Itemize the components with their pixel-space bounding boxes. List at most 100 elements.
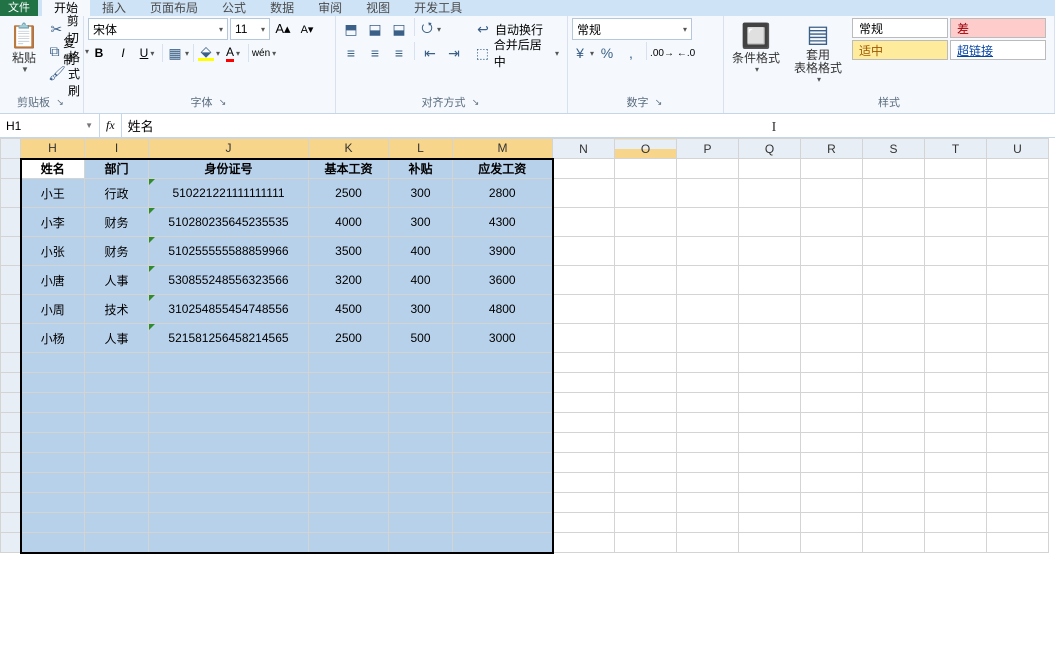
number-format-combo[interactable]: 常规 ▾	[572, 18, 692, 40]
cell[interactable]	[739, 433, 801, 453]
cell[interactable]: 510280235645235535	[149, 208, 309, 237]
cell[interactable]	[309, 473, 389, 493]
italic-button[interactable]: I	[112, 42, 134, 64]
cell[interactable]	[677, 266, 739, 295]
cell[interactable]	[801, 433, 863, 453]
cell[interactable]	[925, 513, 987, 533]
cell[interactable]	[925, 433, 987, 453]
cell[interactable]	[987, 493, 1049, 513]
cell[interactable]	[553, 393, 615, 413]
accounting-format-button[interactable]: ¥▾	[572, 42, 594, 64]
row-header[interactable]	[1, 453, 21, 473]
cell[interactable]: 小李	[21, 208, 85, 237]
cell[interactable]	[553, 179, 615, 208]
cell[interactable]	[801, 208, 863, 237]
cell[interactable]	[453, 413, 553, 433]
fx-icon[interactable]: fx	[106, 118, 115, 133]
cell[interactable]	[677, 493, 739, 513]
row-header[interactable]	[1, 493, 21, 513]
cell[interactable]	[739, 237, 801, 266]
cell[interactable]	[739, 473, 801, 493]
cell[interactable]	[987, 373, 1049, 393]
cell[interactable]	[615, 266, 677, 295]
cell[interactable]: 500	[389, 324, 453, 353]
cell[interactable]	[801, 179, 863, 208]
align-middle-button[interactable]: ⬓	[364, 18, 386, 40]
cell[interactable]	[739, 493, 801, 513]
cell[interactable]	[863, 433, 925, 453]
cell[interactable]: 小杨	[21, 324, 85, 353]
row-header[interactable]	[1, 353, 21, 373]
cell[interactable]	[149, 533, 309, 553]
cell[interactable]: 4000	[309, 208, 389, 237]
cell[interactable]	[553, 453, 615, 473]
cell[interactable]	[801, 237, 863, 266]
align-bottom-button[interactable]: ⬓	[388, 18, 410, 40]
decrease-decimal-button[interactable]: ←.0	[675, 42, 697, 64]
cell[interactable]	[801, 159, 863, 179]
cell[interactable]	[453, 473, 553, 493]
row-header[interactable]	[1, 208, 21, 237]
cell[interactable]	[739, 533, 801, 553]
font-color-button[interactable]: A▾	[222, 42, 244, 64]
cell[interactable]	[389, 433, 453, 453]
cell[interactable]	[389, 493, 453, 513]
cell[interactable]	[677, 237, 739, 266]
col-header[interactable]: Q	[739, 139, 801, 159]
cell[interactable]	[615, 413, 677, 433]
cell[interactable]	[987, 473, 1049, 493]
tab-page-layout[interactable]: 页面布局	[138, 0, 210, 16]
cell[interactable]	[863, 179, 925, 208]
cell[interactable]	[987, 453, 1049, 473]
alignment-dialog-launcher[interactable]: ↘	[470, 96, 482, 108]
cell[interactable]	[801, 453, 863, 473]
cell[interactable]	[309, 413, 389, 433]
cell[interactable]	[309, 513, 389, 533]
col-header[interactable]: N	[553, 139, 615, 159]
cell[interactable]	[85, 373, 149, 393]
cell[interactable]	[677, 473, 739, 493]
cell[interactable]	[615, 533, 677, 553]
cell[interactable]	[801, 324, 863, 353]
col-header[interactable]: J	[149, 139, 309, 159]
cell[interactable]	[615, 159, 677, 179]
tab-data[interactable]: 数据	[258, 0, 306, 16]
cell[interactable]	[739, 413, 801, 433]
cell[interactable]	[149, 513, 309, 533]
cell[interactable]: 3500	[309, 237, 389, 266]
conditional-format-button[interactable]: 🔲 条件格式 ▾	[728, 18, 784, 84]
cell[interactable]	[149, 413, 309, 433]
cell[interactable]	[149, 373, 309, 393]
align-top-button[interactable]: ⬒	[340, 18, 362, 40]
cell[interactable]	[453, 433, 553, 453]
cell[interactable]	[149, 433, 309, 453]
align-right-button[interactable]: ≡	[388, 42, 410, 64]
cell[interactable]	[309, 353, 389, 373]
fill-color-button[interactable]: ⬙▾	[198, 42, 220, 64]
cell[interactable]	[801, 413, 863, 433]
cell[interactable]	[925, 295, 987, 324]
row-header[interactable]	[1, 324, 21, 353]
cell[interactable]	[553, 513, 615, 533]
cell[interactable]	[615, 237, 677, 266]
cell[interactable]: 530855248556323566	[149, 266, 309, 295]
cell[interactable]	[677, 393, 739, 413]
cell[interactable]	[801, 473, 863, 493]
cell[interactable]	[615, 473, 677, 493]
cell[interactable]: 人事	[85, 266, 149, 295]
cell[interactable]	[987, 179, 1049, 208]
cell[interactable]	[553, 208, 615, 237]
cell[interactable]	[309, 453, 389, 473]
cell[interactable]	[553, 295, 615, 324]
cell[interactable]	[553, 433, 615, 453]
cell[interactable]: 300	[389, 295, 453, 324]
orientation-button[interactable]: ⭯▾	[419, 18, 441, 40]
cell[interactable]	[677, 295, 739, 324]
cell[interactable]	[453, 533, 553, 553]
cell[interactable]	[801, 266, 863, 295]
row-header[interactable]	[1, 513, 21, 533]
merge-center-button[interactable]: ⬚ 合并后居中 ▾	[471, 42, 563, 64]
cell[interactable]: 3900	[453, 237, 553, 266]
cell[interactable]	[677, 179, 739, 208]
cell[interactable]	[85, 533, 149, 553]
